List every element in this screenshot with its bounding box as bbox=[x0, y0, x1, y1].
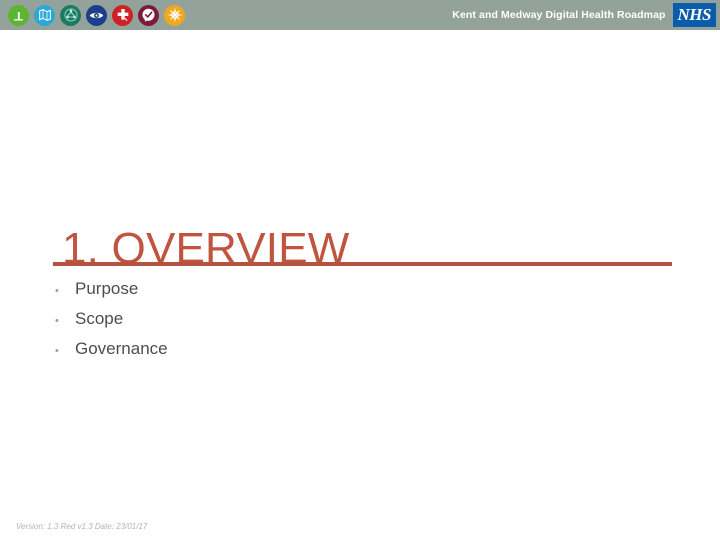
nhs-logo: NHS bbox=[672, 3, 716, 27]
maroon-check-icon bbox=[138, 4, 159, 26]
list-item: • Purpose bbox=[55, 280, 168, 310]
navy-eye-icon bbox=[86, 4, 107, 26]
gold-snowflake-icon bbox=[164, 4, 185, 26]
overview-bullet-list: • Purpose • Scope • Governance bbox=[55, 280, 168, 370]
red-medical-cross-icon bbox=[112, 4, 133, 26]
header-title: Kent and Medway Digital Health Roadmap bbox=[452, 9, 666, 21]
bullet-marker-icon: • bbox=[55, 345, 59, 357]
bullet-marker-icon: • bbox=[55, 315, 59, 327]
teal-network-icon bbox=[60, 4, 81, 26]
bullet-marker-icon: • bbox=[55, 285, 59, 297]
slide-header-bar: Kent and Medway Digital Health Roadmap N… bbox=[0, 0, 720, 30]
title-underline-rule bbox=[53, 262, 672, 266]
header-right-group: Kent and Medway Digital Health Roadmap N… bbox=[452, 3, 720, 27]
bullet-label-scope: Scope bbox=[75, 309, 124, 328]
list-item: • Governance bbox=[55, 340, 168, 370]
bullet-label-governance: Governance bbox=[75, 339, 168, 358]
list-item: • Scope bbox=[55, 310, 168, 340]
header-icon-strip bbox=[0, 4, 185, 26]
cyan-map-icon bbox=[34, 4, 55, 26]
footer-version-text: Version: 1.3 Red v1.3 Date: 23/01/17 bbox=[16, 522, 148, 531]
green-circle-icon bbox=[8, 4, 29, 26]
bullet-label-purpose: Purpose bbox=[75, 279, 139, 298]
